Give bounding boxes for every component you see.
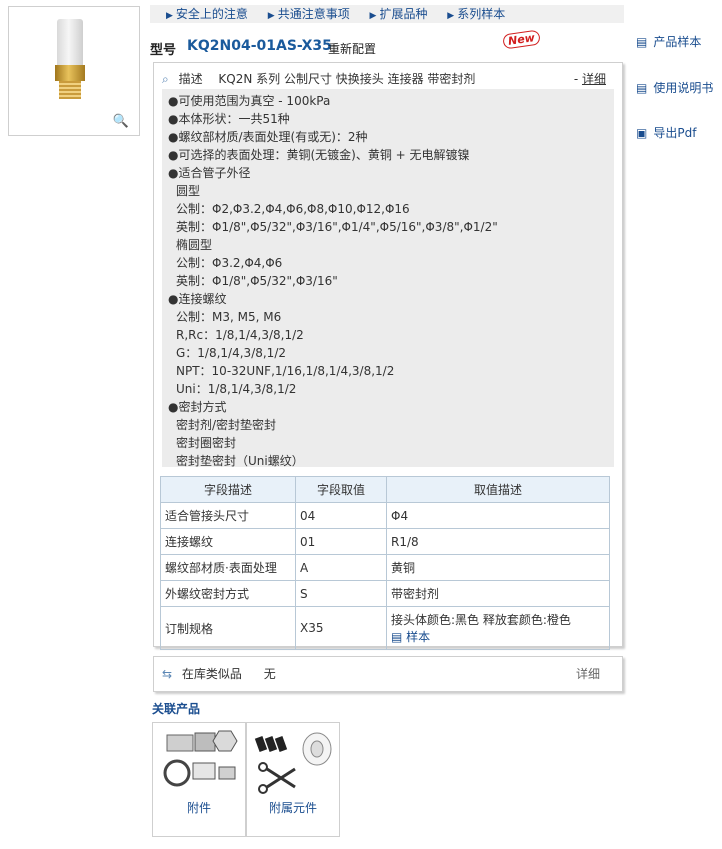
desc-line: 公制：M3, M5, M6: [176, 310, 282, 324]
reconfigure-link[interactable]: 重新配置: [328, 40, 376, 57]
pdf-icon: ▣: [636, 126, 648, 140]
desc-line: 椭圆型: [176, 238, 213, 252]
detail-panel: ⌕ 描述 KQ2N 系列 公制尺寸 快换接头 连接器 带密封剂 - 详细 ●可使…: [153, 62, 623, 650]
table-row: 螺纹部材质·表面处理 A 黄铜: [160, 554, 610, 581]
column-header: 字段描述: [160, 476, 296, 503]
triangle-right-icon: ▶: [267, 11, 275, 21]
breadcrumb-item[interactable]: ▶ 安全上的注意: [158, 7, 248, 21]
table-cell: 带密封剂: [386, 580, 610, 607]
related-item-label: 附属元件: [268, 801, 317, 815]
desc-line: ●可选择的表面处理：黄铜(无镀金)、黄铜 + 无电解镀镍: [168, 148, 470, 162]
document-icon: ▤: [636, 35, 648, 49]
breadcrumb-item[interactable]: ▶ 共通注意事项: [260, 7, 350, 21]
table-cell: 适合管接头尺寸: [160, 502, 296, 529]
desc-line: Uni：1/8,1/4,3/8,1/2: [176, 382, 297, 396]
table-cell: 连接螺纹: [160, 528, 296, 555]
table-cell: 黄铜: [386, 554, 610, 581]
table-cell: S: [295, 580, 387, 607]
table-row: 连接螺纹 01 R1/8: [160, 528, 610, 555]
triangle-right-icon: ▶: [447, 11, 455, 21]
description-summary: KQ2N 系列 公制尺寸 快换接头 连接器 带密封剂: [218, 72, 476, 86]
related-item-accessories[interactable]: 附件: [152, 722, 246, 837]
stock-label: 在库类似品: [181, 667, 242, 681]
description-body: ●可使用范围为真空 - 100kPa ●本体形状：一共51种 ●螺纹部材质/表面…: [162, 89, 614, 468]
accessories-image: [163, 730, 238, 787]
desc-line: NPT：10-32UNF,1/16,1/8,1/4,3/8,1/2: [176, 364, 395, 378]
desc-line: 公制：Φ2,Φ3.2,Φ4,Φ6,Φ8,Φ10,Φ12,Φ16: [176, 202, 410, 216]
desc-line: ●适合管子外径: [168, 166, 251, 180]
desc-line: 英制：Φ1/8",Φ5/32",Φ3/16": [176, 274, 338, 288]
desc-line: ●连接螺纹: [168, 292, 227, 306]
model-label: 型号: [150, 43, 177, 58]
triangle-right-icon: ▶: [166, 11, 173, 21]
desc-line: ●螺纹部材质/表面处理(有或无)：2种: [168, 130, 368, 144]
breadcrumb-item[interactable]: ▶ 扩展品种: [362, 7, 428, 21]
table-cell: 01: [295, 528, 387, 555]
desc-line: 公制：Φ3.2,Φ4,Φ6: [176, 256, 283, 270]
table-cell: 订制规格: [160, 606, 296, 650]
breadcrumb: ▶ 安全上的注意 ▶ 共通注意事项 ▶ 扩展品种 ▶ 系列样本: [150, 5, 624, 23]
related-title: 关联产品: [152, 702, 201, 716]
fitting-illustration: [55, 19, 85, 99]
desc-line: ●本体形状：一共51种: [168, 112, 290, 126]
document-icon: ▤: [391, 630, 403, 644]
table-cell: R1/8: [386, 528, 610, 555]
table-header-row: 字段描述 字段取值 取值描述: [160, 476, 610, 503]
desc-line: ●可使用范围为真空 - 100kPa: [168, 94, 331, 108]
stock-detail-link[interactable]: 详细: [576, 657, 600, 691]
table-row: 订制规格 X35 接头体颜色:黑色 释放套颜色:橙色 ▤ 样本: [160, 606, 610, 650]
sample-link[interactable]: ▤ 样本: [391, 628, 608, 645]
stock-icon: ⇆: [162, 667, 173, 681]
table-cell: 螺纹部材质·表面处理: [160, 554, 296, 581]
spec-table: 字段描述 字段取值 取值描述 适合管接头尺寸 04 Φ4 连接螺纹 01 R1/…: [160, 476, 610, 650]
attachments-image: [254, 732, 332, 794]
manual-icon: ▤: [636, 81, 648, 95]
description-label: 描述: [178, 72, 203, 86]
desc-line: 密封圈密封: [176, 436, 237, 450]
table-cell: X35: [295, 606, 387, 650]
zoom-icon[interactable]: 🔍: [113, 114, 129, 129]
desc-line: 英制：Φ1/8",Φ5/32",Φ3/16",Φ1/4",Φ5/16",Φ3/8…: [176, 220, 498, 234]
desc-line: ●密封方式: [168, 400, 227, 414]
table-cell: 外螺纹密封方式: [160, 580, 296, 607]
table-cell: Φ4: [386, 502, 610, 529]
related-item-label: 附件: [186, 801, 211, 815]
breadcrumb-item[interactable]: ▶ 系列样本: [439, 7, 505, 21]
table-cell: 接头体颜色:黑色 释放套颜色:橙色 ▤ 样本: [386, 606, 610, 650]
column-header: 字段取值: [295, 476, 387, 503]
table-row: 外螺纹密封方式 S 带密封剂: [160, 580, 610, 607]
magnifier-icon: ⌕: [162, 72, 169, 86]
column-header: 取值描述: [386, 476, 610, 503]
manual-link[interactable]: ▤ 使用说明书: [636, 79, 713, 96]
table-row: 适合管接头尺寸 04 Φ4: [160, 502, 610, 529]
desc-line: G：1/8,1/4,3/8,1/2: [176, 346, 286, 360]
stock-panel: ⇆ 在库类似品 无 详细: [153, 656, 623, 692]
desc-line: R,Rc：1/8,1/4,3/8,1/2: [176, 328, 304, 342]
table-cell: 04: [295, 502, 387, 529]
description-detail-link[interactable]: - 详细: [574, 69, 606, 89]
table-cell: A: [295, 554, 387, 581]
new-badge: New: [502, 29, 541, 50]
model-code: KQ2N04-01AS-X35: [187, 38, 332, 54]
description-header: ⌕ 描述 KQ2N 系列 公制尺寸 快换接头 连接器 带密封剂 - 详细: [162, 69, 614, 89]
desc-line: 密封剂/密封垫密封: [176, 418, 277, 432]
desc-line: 圆型: [176, 184, 201, 198]
custom-spec-text: 接头体颜色:黑色 释放套颜色:橙色: [391, 613, 571, 627]
stock-value: 无: [263, 667, 276, 681]
export-pdf-link[interactable]: ▣ 导出Pdf: [636, 124, 696, 141]
desc-line: 密封垫密封（Uni螺纹）: [176, 454, 304, 468]
related-item-attachments[interactable]: 附属元件: [246, 722, 340, 837]
product-image[interactable]: 🔍: [8, 6, 140, 136]
triangle-right-icon: ▶: [369, 11, 377, 21]
catalog-link[interactable]: ▤ 产品样本: [636, 33, 701, 50]
